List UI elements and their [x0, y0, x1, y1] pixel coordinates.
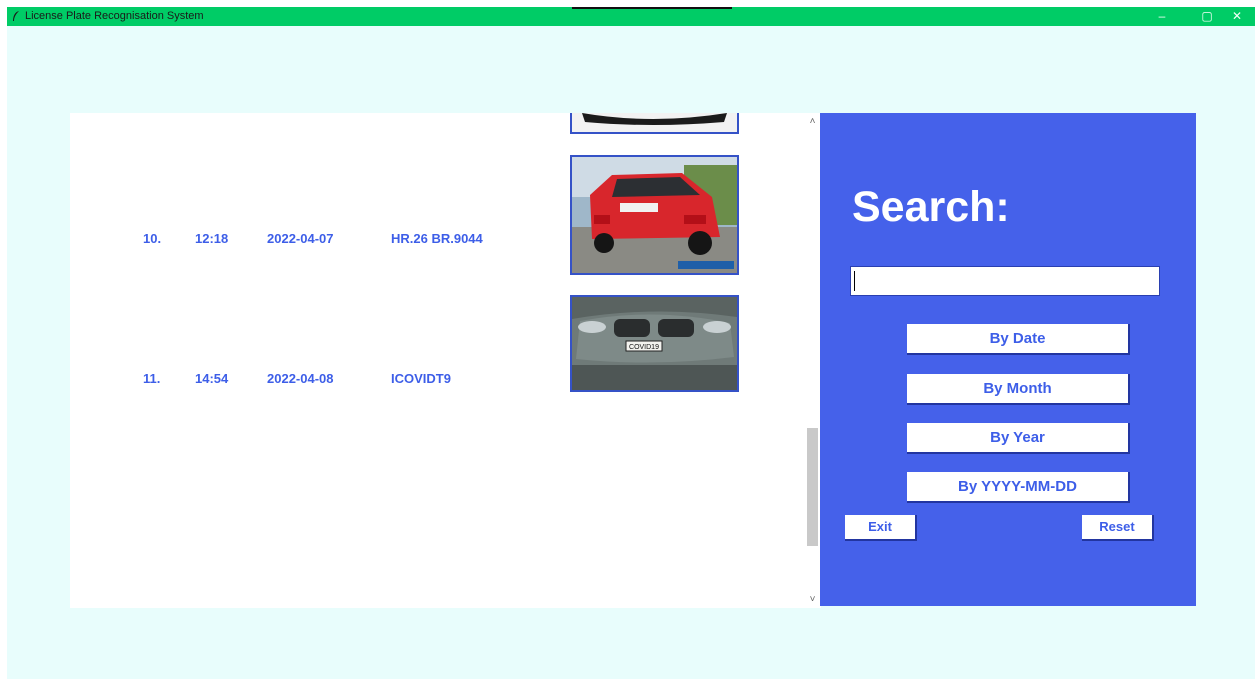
- reset-button[interactable]: Reset: [1082, 515, 1154, 541]
- by-date-button[interactable]: By Date: [907, 324, 1130, 355]
- by-full-date-button[interactable]: By YYYY-MM-DD: [907, 472, 1130, 503]
- car-image: [570, 155, 739, 275]
- by-month-button[interactable]: By Month: [907, 374, 1130, 405]
- window-title: License Plate Recognisation System: [25, 10, 204, 22]
- search-input[interactable]: [850, 266, 1160, 296]
- records-list[interactable]: 10. 12:18 2022-04-07 HR.26 BR.9044 11. 1…: [70, 113, 804, 608]
- svg-text:COVID19: COVID19: [629, 344, 659, 351]
- record-plate: HR.26 BR.9044: [391, 231, 483, 246]
- vertical-scrollbar[interactable]: ˄ ˅: [804, 113, 821, 608]
- title-bar[interactable]: License Plate Recognisation System – ▢ ✕: [7, 7, 1255, 26]
- record-plate: ICOVIDT9: [391, 371, 451, 386]
- search-heading: Search:: [852, 183, 1010, 231]
- record-time: 12:18: [195, 231, 229, 246]
- title-bar-marker: [572, 7, 732, 9]
- record-time: 14:54: [195, 371, 229, 386]
- record-index: 10.: [143, 231, 162, 246]
- feather-icon: [13, 11, 19, 21]
- car-image: COVID19: [570, 295, 739, 392]
- search-panel: Search: By Date By Month By Year By YYYY…: [820, 113, 1196, 606]
- previous-car-image: [570, 113, 739, 134]
- scroll-down-arrow-icon[interactable]: ˅: [804, 593, 821, 607]
- record-index: 11.: [143, 371, 161, 386]
- scroll-up-arrow-icon[interactable]: ˄: [804, 115, 821, 129]
- close-button[interactable]: ✕: [1222, 7, 1252, 26]
- scroll-thumb[interactable]: [807, 428, 818, 546]
- by-year-button[interactable]: By Year: [907, 423, 1130, 454]
- exit-button[interactable]: Exit: [845, 515, 917, 541]
- text-caret: [854, 271, 855, 291]
- record-date: 2022-04-07: [267, 231, 334, 246]
- app-window: License Plate Recognisation System – ▢ ✕…: [7, 7, 1255, 679]
- record-date: 2022-04-08: [267, 371, 334, 386]
- minimize-button[interactable]: –: [1147, 7, 1177, 26]
- maximize-button[interactable]: ▢: [1192, 7, 1222, 26]
